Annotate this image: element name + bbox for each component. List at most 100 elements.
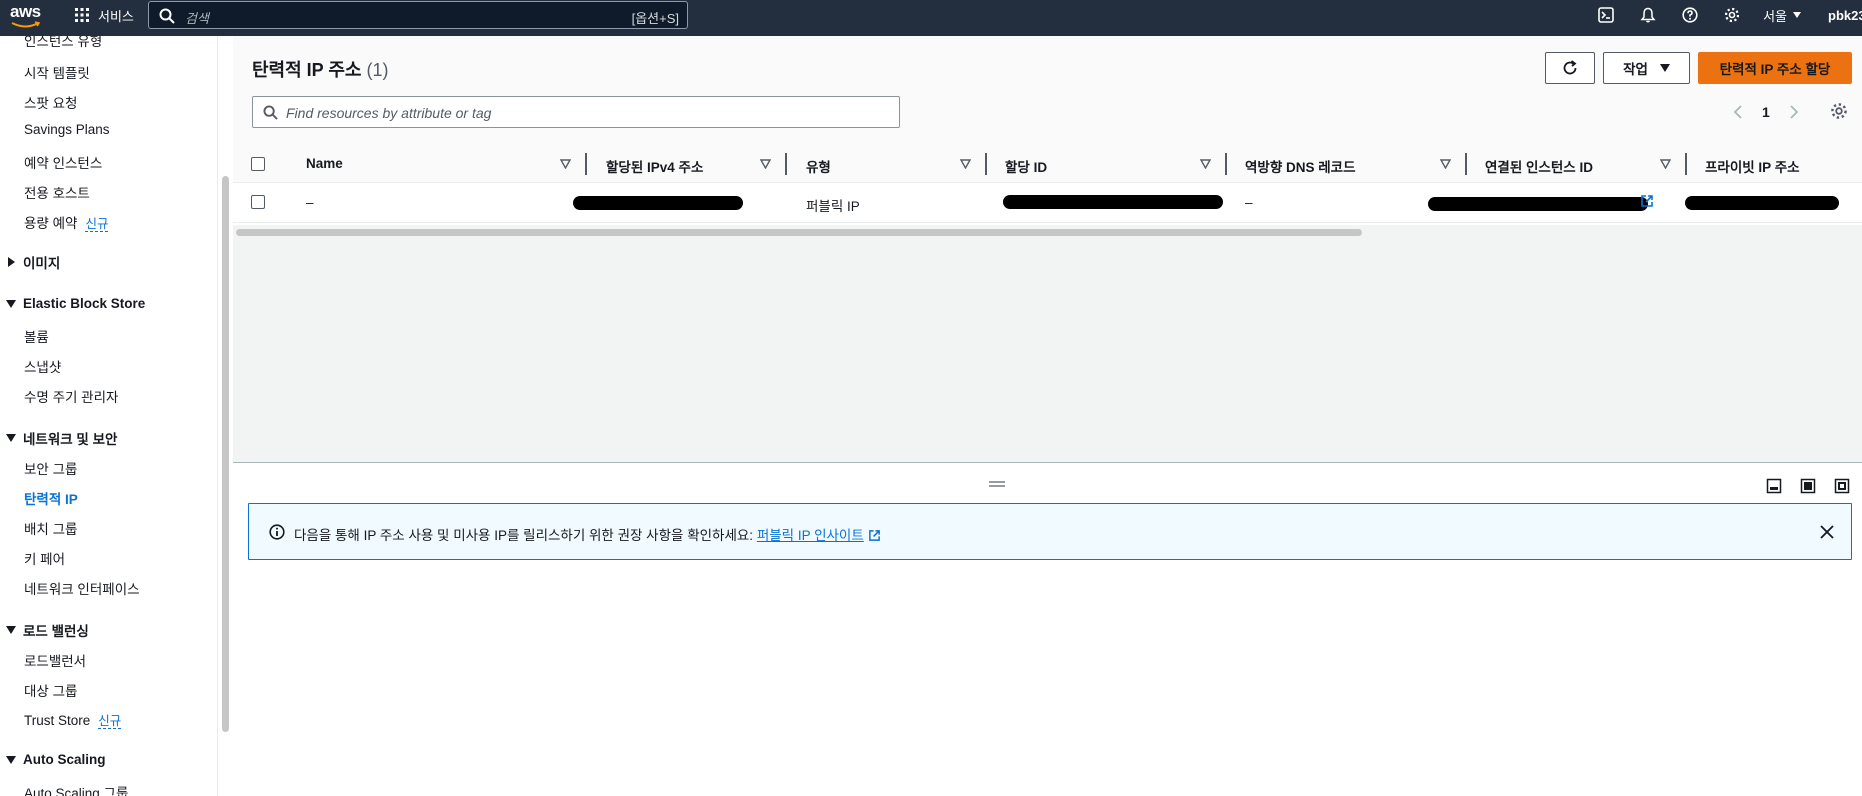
sidebar-item-target-groups[interactable]: 대상 그룹 bbox=[24, 680, 77, 700]
sort-icon[interactable] bbox=[1440, 159, 1451, 169]
table-horizontal-scrollbar[interactable] bbox=[236, 229, 1362, 236]
region-label: 서울 bbox=[1763, 8, 1787, 24]
sidebar-item-savings-plans[interactable]: Savings Plans bbox=[24, 122, 110, 137]
redacted-ipv4 bbox=[573, 196, 743, 210]
help-icon[interactable] bbox=[1682, 7, 1698, 23]
notifications-bell-icon[interactable] bbox=[1640, 7, 1656, 23]
column-header-name[interactable]: Name bbox=[306, 156, 343, 171]
resource-filter-input[interactable]: Find resources by attribute or tag bbox=[252, 96, 900, 128]
panel-side-icon[interactable] bbox=[1800, 478, 1816, 494]
column-resizer[interactable] bbox=[585, 153, 587, 175]
settings-gear-icon[interactable] bbox=[1724, 7, 1740, 23]
chevron-left-icon[interactable] bbox=[1732, 105, 1744, 119]
page-number[interactable]: 1 bbox=[1762, 104, 1770, 120]
info-icon bbox=[269, 524, 285, 540]
services-label: 서비스 bbox=[98, 8, 134, 24]
search-shortcut-hint: [옵션+S] bbox=[631, 11, 679, 26]
sort-icon[interactable] bbox=[960, 159, 971, 169]
sidebar-item-lifecycle-manager[interactable]: 수명 주기 관리자 bbox=[24, 386, 118, 406]
page-title: 탄력적 IP 주소 (1) bbox=[252, 56, 389, 82]
caret-down-icon bbox=[6, 299, 16, 308]
sidebar-item-network-interfaces[interactable]: 네트워크 인터페이스 bbox=[24, 578, 140, 598]
select-all-checkbox[interactable] bbox=[251, 157, 265, 171]
search-placeholder: 검색 bbox=[185, 11, 209, 26]
sidebar-item-dedicated-hosts[interactable]: 전용 호스트 bbox=[24, 182, 90, 202]
services-menu-button[interactable]: 서비스 bbox=[74, 0, 134, 30]
redacted-instance-id bbox=[1428, 197, 1648, 211]
top-right-controls: 서울 pbk23 bbox=[1585, 0, 1862, 30]
chevron-right-icon[interactable] bbox=[1788, 105, 1800, 119]
cloudshell-icon[interactable] bbox=[1598, 7, 1614, 23]
sidebar-item-trust-store[interactable]: Trust Store 신규 bbox=[24, 710, 122, 729]
column-header-type[interactable]: 유형 bbox=[806, 156, 831, 176]
redacted-private-ip bbox=[1685, 196, 1839, 210]
external-link-icon[interactable] bbox=[868, 529, 881, 542]
caret-down-icon bbox=[6, 755, 16, 764]
caret-right-icon bbox=[8, 257, 15, 267]
sidebar-item-key-pairs[interactable]: 키 페어 bbox=[24, 548, 65, 568]
top-navigation: aws 서비스 검색 [옵션+S] 서울 pbk23 bbox=[0, 0, 1862, 36]
sidebar-item-volumes[interactable]: 볼륨 bbox=[24, 326, 49, 346]
table-preferences-gear-icon[interactable] bbox=[1830, 102, 1848, 120]
page-title-text: 탄력적 IP 주소 bbox=[252, 60, 362, 80]
sidebar-section-network-security[interactable]: 네트워크 및 보안 bbox=[6, 428, 117, 448]
column-header-reverse-dns[interactable]: 역방향 DNS 레코드 bbox=[1245, 156, 1356, 176]
column-header-private-ip[interactable]: 프라이빗 IP 주소 bbox=[1705, 156, 1800, 176]
caret-down-icon bbox=[1793, 12, 1801, 18]
panel-bottom-icon[interactable] bbox=[1766, 478, 1782, 494]
sidebar-item-elastic-ips[interactable]: 탄력적 IP bbox=[24, 488, 78, 508]
sidebar-item-auto-scaling-groups[interactable]: Auto Scaling 그룹 bbox=[24, 782, 128, 796]
sidebar-section-images[interactable]: 이미지 bbox=[6, 252, 60, 272]
column-resizer[interactable] bbox=[785, 153, 787, 175]
sidebar-item-reserved-instances[interactable]: 예약 인스턴스 bbox=[24, 152, 102, 172]
sidebar-item-label: 용량 예약 bbox=[24, 216, 78, 231]
sort-icon[interactable] bbox=[1200, 159, 1211, 169]
sidebar-item-snapshots[interactable]: 스냅샷 bbox=[24, 356, 61, 376]
panel-full-icon[interactable] bbox=[1834, 478, 1850, 494]
column-resizer[interactable] bbox=[1225, 153, 1227, 175]
account-menu[interactable]: pbk23 bbox=[1828, 8, 1862, 23]
sidebar-item-capacity-reservations[interactable]: 용량 예약 신규 bbox=[24, 212, 109, 232]
sort-icon[interactable] bbox=[560, 159, 571, 169]
table-row[interactable]: – 퍼블릭 IP – bbox=[233, 183, 1862, 223]
drag-handle-icon[interactable] bbox=[988, 480, 1006, 488]
sidebar-section-load-balancing[interactable]: 로드 밸런싱 bbox=[6, 620, 89, 640]
sort-icon[interactable] bbox=[760, 159, 771, 169]
column-resizer[interactable] bbox=[1465, 153, 1467, 175]
aws-logo[interactable]: aws bbox=[10, 2, 42, 30]
close-icon[interactable] bbox=[1819, 524, 1835, 540]
cell-reverse-dns: – bbox=[1245, 195, 1253, 210]
sidebar-item-spot-requests[interactable]: 스팟 요청 bbox=[24, 92, 77, 112]
search-icon bbox=[159, 8, 175, 24]
sidebar-scrollbar[interactable] bbox=[222, 176, 229, 732]
sidebar-section-label: Auto Scaling bbox=[23, 752, 106, 767]
cell-type: 퍼블릭 IP bbox=[806, 199, 860, 214]
sort-icon[interactable] bbox=[1660, 159, 1671, 169]
actions-dropdown-button[interactable]: 작업 bbox=[1603, 52, 1690, 84]
caret-down-icon bbox=[1659, 64, 1670, 72]
allocate-elastic-ip-button[interactable]: 탄력적 IP 주소 할당 bbox=[1698, 52, 1852, 84]
filter-placeholder: Find resources by attribute or tag bbox=[286, 105, 492, 121]
sidebar-item-placement-groups[interactable]: 배치 그룹 bbox=[24, 518, 77, 538]
search-icon bbox=[263, 105, 278, 120]
column-header-allocation-id[interactable]: 할당 ID bbox=[1005, 156, 1047, 176]
row-select-checkbox[interactable] bbox=[251, 195, 265, 209]
refresh-button[interactable] bbox=[1545, 52, 1595, 84]
sidebar-item-load-balancers[interactable]: 로드밸런서 bbox=[24, 650, 86, 670]
column-header-ipv4[interactable]: 할당된 IPv4 주소 bbox=[606, 156, 703, 176]
column-resizer[interactable] bbox=[1685, 153, 1687, 175]
sidebar-section-label: Elastic Block Store bbox=[23, 296, 146, 311]
sidebar-section-auto-scaling[interactable]: Auto Scaling bbox=[6, 752, 106, 767]
global-search-input[interactable]: 검색 [옵션+S] bbox=[148, 1, 688, 29]
external-link-icon[interactable] bbox=[1640, 194, 1654, 208]
column-header-instance-id[interactable]: 연결된 인스턴스 ID bbox=[1485, 156, 1593, 176]
public-ip-insights-link[interactable]: 퍼블릭 IP 인사이트 bbox=[757, 528, 864, 543]
grid-icon bbox=[75, 8, 89, 22]
region-selector[interactable]: 서울 bbox=[1763, 6, 1802, 25]
redacted-allocation-id bbox=[1003, 195, 1223, 209]
sidebar-item-instance-types[interactable]: 인스턴스 유형 bbox=[24, 36, 102, 50]
column-resizer[interactable] bbox=[985, 153, 987, 175]
sidebar-item-security-groups[interactable]: 보안 그룹 bbox=[24, 458, 77, 478]
sidebar-item-launch-templates[interactable]: 시작 템플릿 bbox=[24, 62, 90, 82]
sidebar-section-ebs[interactable]: Elastic Block Store bbox=[6, 296, 145, 311]
